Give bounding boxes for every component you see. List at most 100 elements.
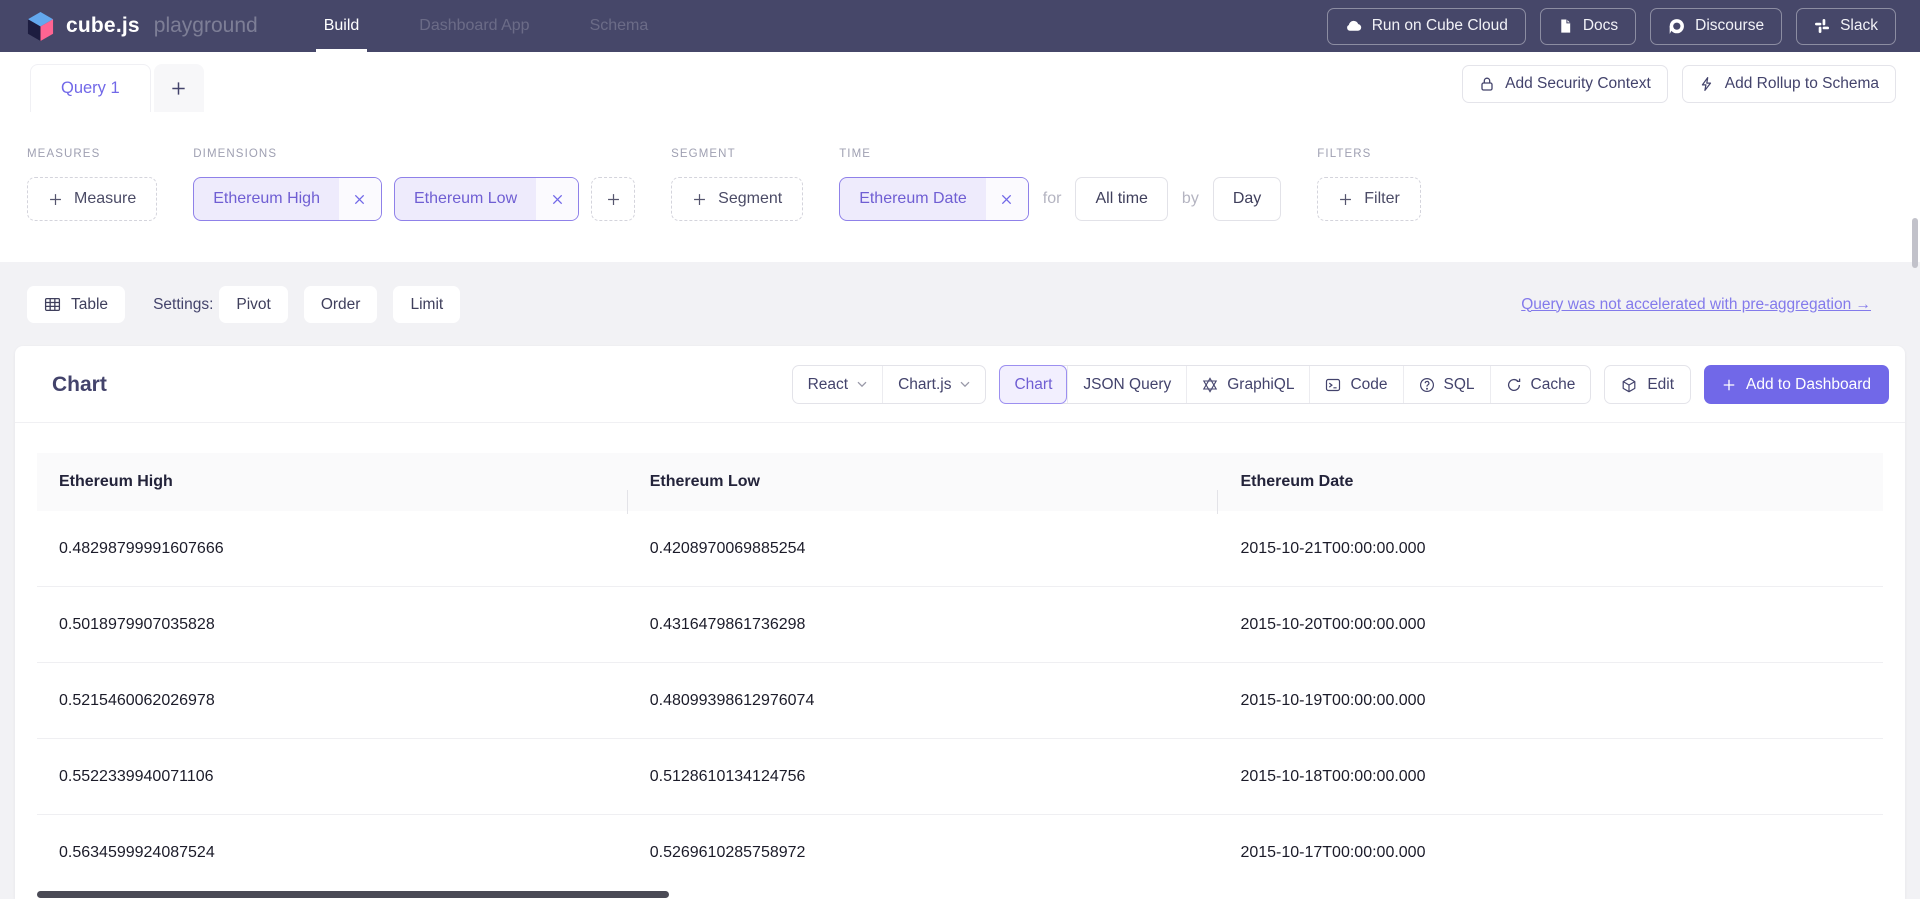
query-tabs-row: Query 1 Add Security Context Add Rollup … [0, 52, 1920, 112]
add-filter-label: Filter [1364, 190, 1400, 208]
cell-ethereum-high: 0.48298799991607666 [37, 540, 628, 558]
dimensions-label: DIMENSIONS [193, 148, 635, 162]
column-header-ethereum-high: Ethereum High [37, 473, 628, 491]
close-icon [1000, 193, 1013, 206]
query-tab-query-1[interactable]: Query 1 [30, 64, 151, 112]
add-measure-label: Measure [74, 190, 136, 208]
chip-remove-button[interactable] [986, 178, 1028, 220]
order-button[interactable]: Order [304, 286, 378, 323]
navbar: cube.js playground Build Dashboard App S… [0, 0, 1920, 52]
cube-outline-icon [1621, 377, 1637, 393]
settings-bar: Table Settings: Pivot Order Limit Query … [0, 286, 1920, 323]
cell-ethereum-date: 2015-10-20T00:00:00.000 [1218, 616, 1883, 634]
add-measure-button[interactable]: Measure [27, 177, 157, 221]
results-table: Ethereum High Ethereum Low Ethereum Date… [37, 453, 1883, 891]
nav-tab-dashboard-app[interactable]: Dashboard App [419, 0, 529, 52]
add-dimension-button[interactable] [591, 177, 635, 221]
dimensions-group: DIMENSIONS Ethereum High Ethereum Low [193, 148, 635, 221]
slack-icon [1814, 18, 1830, 34]
library-select[interactable]: Chart.js [882, 366, 985, 403]
tab-code[interactable]: Code [1309, 366, 1402, 403]
table-view-label: Table [71, 296, 108, 314]
plus-icon [1722, 378, 1736, 392]
preaggregation-link[interactable]: Query was not accelerated with pre-aggre… [1521, 296, 1871, 314]
lock-icon [1479, 76, 1495, 92]
navbar-actions: Run on Cube Cloud Docs Discourse [1327, 0, 1896, 52]
cell-ethereum-date: 2015-10-19T00:00:00.000 [1218, 692, 1883, 710]
framework-select-value: React [808, 376, 849, 394]
add-to-dashboard-button[interactable]: Add to Dashboard [1704, 365, 1889, 404]
cell-ethereum-low: 0.5128610134124756 [628, 768, 1219, 786]
slack-button[interactable]: Slack [1796, 8, 1896, 45]
table-row: 0.48298799991607666 0.4208970069885254 2… [37, 511, 1883, 587]
cloud-icon [1345, 18, 1362, 35]
framework-select[interactable]: React [793, 366, 883, 403]
close-icon [551, 193, 564, 206]
brand: cube.js playground [26, 0, 258, 52]
dimension-chip[interactable]: Ethereum Low [394, 177, 579, 221]
add-filter-button[interactable]: Filter [1317, 177, 1421, 221]
add-to-dashboard-label: Add to Dashboard [1746, 376, 1871, 394]
tab-chart[interactable]: Chart [999, 365, 1067, 404]
table-row: 0.5634599924087524 0.5269610285758972 20… [37, 815, 1883, 891]
discourse-label: Discourse [1695, 17, 1764, 35]
cell-ethereum-date: 2015-10-17T00:00:00.000 [1218, 844, 1883, 862]
tab-graphiql[interactable]: GraphiQL [1186, 366, 1309, 403]
navbar-tabs: Build Dashboard App Schema [324, 0, 649, 52]
table-row: 0.5522339940071106 0.5128610134124756 20… [37, 739, 1883, 815]
filters-label: FILTERS [1317, 148, 1421, 162]
pivot-button[interactable]: Pivot [219, 286, 287, 323]
add-query-tab-button[interactable] [154, 64, 204, 112]
doc-icon [1558, 18, 1573, 34]
chart-card: Chart React Chart.js Chart JSON Query [15, 346, 1905, 899]
limit-button[interactable]: Limit [393, 286, 460, 323]
add-rollup-to-schema-button[interactable]: Add Rollup to Schema [1682, 65, 1896, 103]
refresh-icon [1506, 377, 1522, 393]
chip-remove-button[interactable] [536, 178, 578, 220]
chart-card-header: Chart React Chart.js Chart JSON Query [15, 346, 1905, 423]
discourse-icon [1668, 18, 1685, 35]
time-dimension-chip[interactable]: Ethereum Date [839, 177, 1029, 221]
add-segment-button[interactable]: Segment [671, 177, 803, 221]
measures-label: MEASURES [27, 148, 157, 162]
chevron-down-icon [960, 381, 970, 388]
edit-label: Edit [1647, 376, 1674, 394]
add-security-context-button[interactable]: Add Security Context [1462, 65, 1668, 103]
cell-ethereum-high: 0.5634599924087524 [37, 844, 628, 862]
time-chip-label[interactable]: Ethereum Date [840, 178, 986, 220]
granularity-button[interactable]: Day [1213, 177, 1281, 221]
tab-json-query[interactable]: JSON Query [1067, 366, 1186, 403]
table-view-button[interactable]: Table [27, 286, 125, 323]
nav-tab-build[interactable]: Build [324, 0, 360, 52]
dimension-chip[interactable]: Ethereum High [193, 177, 382, 221]
by-label: by [1182, 190, 1199, 208]
docs-button[interactable]: Docs [1540, 8, 1636, 45]
code-icon [1325, 377, 1341, 393]
results-area: Table Settings: Pivot Order Limit Query … [0, 262, 1920, 899]
date-range-button[interactable]: All time [1075, 177, 1167, 221]
tab-sql[interactable]: SQL [1403, 366, 1490, 403]
edit-button[interactable]: Edit [1604, 365, 1691, 404]
measures-group: MEASURES Measure [27, 148, 157, 221]
nav-tab-schema[interactable]: Schema [590, 0, 649, 52]
column-header-ethereum-low: Ethereum Low [628, 473, 1219, 491]
add-segment-label: Segment [718, 190, 782, 208]
chip-remove-button[interactable] [339, 178, 381, 220]
tab-cache[interactable]: Cache [1490, 366, 1591, 403]
vertical-scrollbar-thumb[interactable] [1912, 218, 1918, 268]
tab-graphiql-label: GraphiQL [1227, 376, 1294, 394]
query-builder: MEASURES Measure DIMENSIONS Ethereum Hig… [0, 112, 1920, 262]
discourse-button[interactable]: Discourse [1650, 8, 1782, 45]
horizontal-scrollbar-thumb[interactable] [37, 891, 669, 898]
dimension-chip-label[interactable]: Ethereum Low [395, 178, 536, 220]
table-header-row: Ethereum High Ethereum Low Ethereum Date [37, 453, 1883, 511]
dimension-chip-label[interactable]: Ethereum High [194, 178, 339, 220]
time-group: TIME Ethereum Date for All time by Day [839, 148, 1281, 221]
tab-code-label: Code [1350, 376, 1387, 394]
run-on-cube-cloud-button[interactable]: Run on Cube Cloud [1327, 8, 1526, 45]
framework-library-selects: React Chart.js [792, 365, 987, 404]
table-body: 0.48298799991607666 0.4208970069885254 2… [37, 511, 1883, 891]
cell-ethereum-low: 0.48099398612976074 [628, 692, 1219, 710]
brand-name: cube.js [66, 14, 140, 38]
view-tabs: Chart JSON Query GraphiQL [999, 365, 1591, 404]
